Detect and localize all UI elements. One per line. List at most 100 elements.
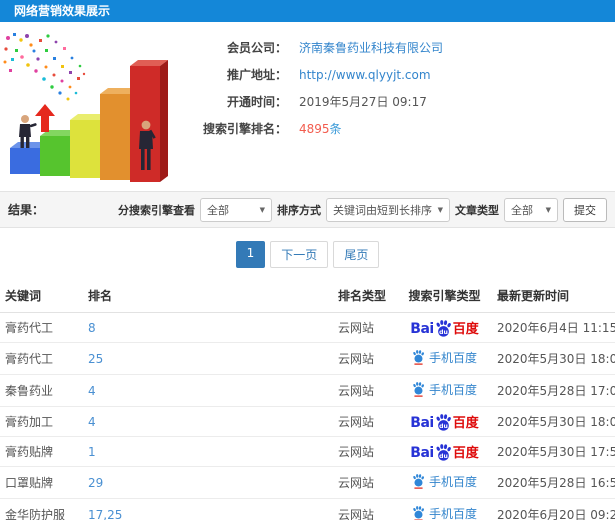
svg-text:du: du bbox=[439, 452, 448, 459]
page-1-button[interactable]: 1 bbox=[235, 241, 266, 268]
chevron-down-icon: ▼ bbox=[437, 205, 443, 214]
engine-filter-value: 全部 bbox=[207, 203, 229, 217]
mobile-baidu-paw-icon bbox=[412, 506, 425, 520]
baidu-paw-icon: du bbox=[435, 443, 452, 461]
rank-link[interactable]: 25 bbox=[83, 342, 333, 375]
chevron-down-icon: ▼ bbox=[259, 205, 265, 214]
engine-cell: Bai du 百度 bbox=[397, 312, 492, 343]
article-type-filter-label: 文章类型 bbox=[455, 203, 499, 217]
info-row-engine-rank: 搜索引擎排名： 4895条 bbox=[195, 116, 615, 143]
rank-unit: 条 bbox=[329, 122, 342, 136]
engine-cell: 手机百度 bbox=[397, 498, 492, 520]
rank-link[interactable]: 17,25 bbox=[83, 498, 333, 520]
summary-section: 会员公司： 济南秦鲁药业科技有限公司 推广地址： http://www.qlyy… bbox=[0, 22, 615, 191]
baidu-cn-text: 百度 bbox=[452, 445, 479, 461]
engine-cell: Bai du 百度 bbox=[397, 436, 492, 467]
baidu-bai-text: Bai bbox=[410, 320, 434, 337]
svg-text:du: du bbox=[439, 422, 448, 429]
engine-filter-label: 分搜索引擎查看 bbox=[118, 203, 195, 217]
info-row-url: 推广地址： http://www.qlyyjt.com bbox=[195, 62, 615, 89]
table-row: 膏药贴牌 1 云网站 Bai du 百度 2020年5月30日 17:58 bbox=[0, 436, 615, 467]
table-row: 膏药加工 4 云网站 Bai du 百度 2020年5月30日 18:03 bbox=[0, 406, 615, 437]
mobile-baidu-paw-icon bbox=[412, 474, 425, 489]
keyword-cell: 膏药代工 bbox=[0, 342, 83, 375]
table-row: 口罩贴牌 29 云网站 手机百度 2020年5月28日 16:55 bbox=[0, 466, 615, 499]
submit-button[interactable]: 提交 bbox=[563, 197, 607, 222]
engine-rank-value: 4895条 bbox=[299, 116, 342, 143]
chevron-down-icon: ▼ bbox=[545, 205, 551, 214]
header-engine-type: 搜索引擎类型 bbox=[397, 279, 492, 313]
promo-url-label: 推广地址： bbox=[226, 68, 287, 82]
baidu-logo: Bai du 百度 bbox=[410, 319, 479, 337]
header-keyword: 关键词 bbox=[0, 279, 83, 313]
mobile-baidu-label: 手机百度 bbox=[428, 507, 477, 520]
engine-rank-label: 搜索引擎排名： bbox=[202, 122, 287, 136]
article-type-select[interactable]: 全部 ▼ bbox=[504, 197, 558, 222]
engine-cell: 手机百度 bbox=[397, 466, 492, 499]
updated-cell: 2020年5月30日 18:03 bbox=[492, 406, 615, 437]
up-arrow-icon bbox=[35, 104, 55, 132]
rank-type-cell: 云网站 bbox=[333, 406, 397, 437]
rank-count: 4895 bbox=[299, 122, 330, 136]
rank-type-cell: 云网站 bbox=[333, 498, 397, 520]
keyword-cell: 膏药加工 bbox=[0, 406, 83, 437]
engine-cell: 手机百度 bbox=[397, 374, 492, 407]
mobile-baidu-paw-icon bbox=[412, 382, 425, 397]
member-info-list: 会员公司： 济南秦鲁药业科技有限公司 推广地址： http://www.qlyy… bbox=[195, 22, 615, 191]
next-page-button[interactable]: 下一页 bbox=[270, 241, 329, 268]
open-time-value: 2019年5月27日 09:17 bbox=[299, 95, 427, 109]
baidu-bai-text: Bai bbox=[410, 444, 434, 461]
last-page-button[interactable]: 尾页 bbox=[333, 241, 380, 268]
header-rank: 排名 bbox=[83, 279, 333, 313]
rank-link[interactable]: 8 bbox=[83, 312, 333, 343]
mobile-baidu-badge: 手机百度 bbox=[412, 349, 477, 366]
table-row: 膏药代工 25 云网站 手机百度 2020年5月30日 18:06 bbox=[0, 342, 615, 375]
updated-cell: 2020年5月30日 18:06 bbox=[492, 342, 615, 375]
engine-cell: Bai du 百度 bbox=[397, 406, 492, 437]
engine-cell: 手机百度 bbox=[397, 342, 492, 375]
rank-type-cell: 云网站 bbox=[333, 312, 397, 343]
baidu-paw-icon: du bbox=[435, 413, 452, 431]
mobile-baidu-label: 手机百度 bbox=[428, 383, 477, 397]
keyword-cell: 金华防护服 bbox=[0, 498, 83, 520]
keyword-cell: 口罩贴牌 bbox=[0, 466, 83, 499]
table-header-row: 关键词 排名 排名类型 搜索引擎类型 最新更新时间 bbox=[0, 279, 615, 313]
mobile-baidu-badge: 手机百度 bbox=[412, 505, 477, 520]
rank-type-cell: 云网站 bbox=[333, 466, 397, 499]
keyword-cell: 膏药贴牌 bbox=[0, 436, 83, 467]
baidu-logo: Bai du 百度 bbox=[410, 443, 479, 461]
rank-link[interactable]: 4 bbox=[83, 374, 333, 407]
rank-link[interactable]: 1 bbox=[83, 436, 333, 467]
table-row: 秦鲁药业 4 云网站 手机百度 2020年5月28日 17:02 bbox=[0, 374, 615, 407]
promo-url-link[interactable]: http://www.qlyyjt.com bbox=[299, 62, 431, 89]
updated-cell: 2020年5月28日 17:02 bbox=[492, 374, 615, 407]
baidu-paw-icon: du bbox=[435, 319, 452, 337]
keyword-cell: 膏药代工 bbox=[0, 312, 83, 343]
svg-text:du: du bbox=[439, 328, 448, 335]
company-label: 会员公司： bbox=[226, 41, 287, 55]
header-rank-type: 排名类型 bbox=[333, 279, 397, 313]
sort-filter-select[interactable]: 关键词由短到长排序 ▼ bbox=[326, 197, 450, 222]
rank-link[interactable]: 4 bbox=[83, 406, 333, 437]
title-bar: 网络营销效果展示 bbox=[0, 0, 615, 22]
baidu-cn-text: 百度 bbox=[452, 321, 479, 337]
company-link[interactable]: 济南秦鲁药业科技有限公司 bbox=[299, 35, 443, 62]
info-row-open-time: 开通时间： 2019年5月27日 09:17 bbox=[195, 89, 615, 116]
keyword-cell: 秦鲁药业 bbox=[0, 374, 83, 407]
baidu-cn-text: 百度 bbox=[452, 415, 479, 431]
mobile-baidu-badge: 手机百度 bbox=[412, 381, 477, 398]
rank-type-cell: 云网站 bbox=[333, 342, 397, 375]
pagination: 1 下一页 尾页 bbox=[0, 228, 615, 279]
filter-bar: 结果： 分搜索引擎查看 全部 ▼ 排序方式 关键词由短到长排序 ▼ 文章类型 全… bbox=[0, 191, 615, 228]
bar-chart-illustration bbox=[0, 22, 195, 191]
sort-filter-label: 排序方式 bbox=[277, 203, 321, 217]
page-title: 网络营销效果展示 bbox=[14, 4, 111, 18]
baidu-bai-text: Bai bbox=[410, 414, 434, 431]
rank-link[interactable]: 29 bbox=[83, 466, 333, 499]
engine-filter-select[interactable]: 全部 ▼ bbox=[200, 197, 272, 222]
growth-chart-image bbox=[3, 33, 168, 182]
rank-type-cell: 云网站 bbox=[333, 374, 397, 407]
updated-cell: 2020年6月20日 09:25 bbox=[492, 498, 615, 520]
mobile-baidu-badge: 手机百度 bbox=[412, 473, 477, 490]
updated-cell: 2020年5月30日 17:58 bbox=[492, 436, 615, 467]
